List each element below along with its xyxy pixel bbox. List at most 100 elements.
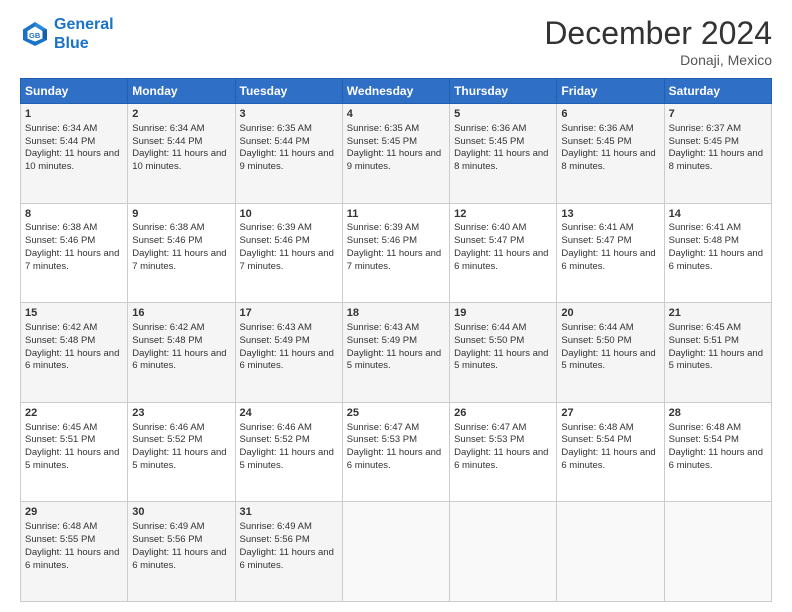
sunset-text: Sunset: 5:51 PM — [25, 434, 95, 445]
sunrise-text: Sunrise: 6:49 AM — [240, 521, 312, 532]
calendar-header-row: SundayMondayTuesdayWednesdayThursdayFrid… — [21, 79, 772, 104]
calendar-day-cell: 9Sunrise: 6:38 AMSunset: 5:46 PMDaylight… — [128, 203, 235, 303]
daylight-text: Daylight: 11 hours and 5 minutes. — [132, 447, 226, 471]
sunset-text: Sunset: 5:50 PM — [454, 335, 524, 346]
calendar-day-cell: 6Sunrise: 6:36 AMSunset: 5:45 PMDaylight… — [557, 104, 664, 204]
daylight-text: Daylight: 11 hours and 6 minutes. — [132, 348, 226, 372]
sunrise-text: Sunrise: 6:35 AM — [240, 123, 312, 134]
sunset-text: Sunset: 5:49 PM — [240, 335, 310, 346]
daylight-text: Daylight: 11 hours and 10 minutes. — [25, 148, 119, 172]
calendar-day-cell: 2Sunrise: 6:34 AMSunset: 5:44 PMDaylight… — [128, 104, 235, 204]
sunrise-text: Sunrise: 6:44 AM — [561, 322, 633, 333]
daylight-text: Daylight: 11 hours and 6 minutes. — [25, 547, 119, 571]
daylight-text: Daylight: 11 hours and 6 minutes. — [454, 248, 548, 272]
sunrise-text: Sunrise: 6:48 AM — [669, 422, 741, 433]
sunset-text: Sunset: 5:46 PM — [347, 235, 417, 246]
day-header-tuesday: Tuesday — [235, 79, 342, 104]
calendar-day-cell: 18Sunrise: 6:43 AMSunset: 5:49 PMDayligh… — [342, 303, 449, 403]
empty-cell — [342, 502, 449, 602]
sunset-text: Sunset: 5:56 PM — [240, 534, 310, 545]
daylight-text: Daylight: 11 hours and 9 minutes. — [347, 148, 441, 172]
day-number: 6 — [561, 107, 659, 122]
day-header-thursday: Thursday — [450, 79, 557, 104]
sunset-text: Sunset: 5:55 PM — [25, 534, 95, 545]
sunset-text: Sunset: 5:45 PM — [454, 136, 524, 147]
sunset-text: Sunset: 5:56 PM — [132, 534, 202, 545]
calendar-day-cell: 13Sunrise: 6:41 AMSunset: 5:47 PMDayligh… — [557, 203, 664, 303]
sunset-text: Sunset: 5:46 PM — [25, 235, 95, 246]
daylight-text: Daylight: 11 hours and 6 minutes. — [561, 248, 655, 272]
day-number: 23 — [132, 406, 230, 421]
day-number: 28 — [669, 406, 767, 421]
sunset-text: Sunset: 5:52 PM — [132, 434, 202, 445]
daylight-text: Daylight: 11 hours and 5 minutes. — [240, 447, 334, 471]
sunset-text: Sunset: 5:45 PM — [669, 136, 739, 147]
svg-text:GB: GB — [29, 31, 41, 40]
sunset-text: Sunset: 5:53 PM — [454, 434, 524, 445]
calendar-day-cell: 16Sunrise: 6:42 AMSunset: 5:48 PMDayligh… — [128, 303, 235, 403]
calendar-day-cell: 28Sunrise: 6:48 AMSunset: 5:54 PMDayligh… — [664, 402, 771, 502]
sunset-text: Sunset: 5:54 PM — [561, 434, 631, 445]
sunrise-text: Sunrise: 6:37 AM — [669, 123, 741, 134]
calendar-day-cell: 8Sunrise: 6:38 AMSunset: 5:46 PMDaylight… — [21, 203, 128, 303]
sunset-text: Sunset: 5:47 PM — [561, 235, 631, 246]
calendar-day-cell: 27Sunrise: 6:48 AMSunset: 5:54 PMDayligh… — [557, 402, 664, 502]
day-number: 29 — [25, 505, 123, 520]
day-number: 15 — [25, 306, 123, 321]
sunrise-text: Sunrise: 6:46 AM — [240, 422, 312, 433]
day-number: 18 — [347, 306, 445, 321]
sunrise-text: Sunrise: 6:35 AM — [347, 123, 419, 134]
daylight-text: Daylight: 11 hours and 5 minutes. — [561, 348, 655, 372]
daylight-text: Daylight: 11 hours and 5 minutes. — [347, 348, 441, 372]
daylight-text: Daylight: 11 hours and 6 minutes. — [454, 447, 548, 471]
sunset-text: Sunset: 5:48 PM — [669, 235, 739, 246]
logo-text: General Blue — [54, 15, 114, 53]
daylight-text: Daylight: 11 hours and 5 minutes. — [25, 447, 119, 471]
daylight-text: Daylight: 11 hours and 6 minutes. — [561, 447, 655, 471]
calendar-day-cell: 12Sunrise: 6:40 AMSunset: 5:47 PMDayligh… — [450, 203, 557, 303]
sunset-text: Sunset: 5:46 PM — [132, 235, 202, 246]
day-number: 10 — [240, 207, 338, 222]
day-number: 16 — [132, 306, 230, 321]
day-number: 14 — [669, 207, 767, 222]
calendar-day-cell: 11Sunrise: 6:39 AMSunset: 5:46 PMDayligh… — [342, 203, 449, 303]
daylight-text: Daylight: 11 hours and 8 minutes. — [454, 148, 548, 172]
daylight-text: Daylight: 11 hours and 6 minutes. — [132, 547, 226, 571]
day-number: 12 — [454, 207, 552, 222]
day-header-monday: Monday — [128, 79, 235, 104]
sunset-text: Sunset: 5:44 PM — [132, 136, 202, 147]
daylight-text: Daylight: 11 hours and 5 minutes. — [454, 348, 548, 372]
calendar-day-cell: 15Sunrise: 6:42 AMSunset: 5:48 PMDayligh… — [21, 303, 128, 403]
daylight-text: Daylight: 11 hours and 6 minutes. — [347, 447, 441, 471]
day-number: 24 — [240, 406, 338, 421]
day-number: 17 — [240, 306, 338, 321]
calendar-day-cell: 1Sunrise: 6:34 AMSunset: 5:44 PMDaylight… — [21, 104, 128, 204]
sunset-text: Sunset: 5:44 PM — [25, 136, 95, 147]
empty-cell — [557, 502, 664, 602]
sunrise-text: Sunrise: 6:39 AM — [240, 222, 312, 233]
calendar-day-cell: 7Sunrise: 6:37 AMSunset: 5:45 PMDaylight… — [664, 104, 771, 204]
sunrise-text: Sunrise: 6:38 AM — [132, 222, 204, 233]
day-number: 13 — [561, 207, 659, 222]
sunrise-text: Sunrise: 6:45 AM — [25, 422, 97, 433]
daylight-text: Daylight: 11 hours and 7 minutes. — [240, 248, 334, 272]
header: GB General Blue December 2024 Donaji, Me… — [20, 15, 772, 68]
sunset-text: Sunset: 5:51 PM — [669, 335, 739, 346]
sunrise-text: Sunrise: 6:38 AM — [25, 222, 97, 233]
daylight-text: Daylight: 11 hours and 6 minutes. — [240, 348, 334, 372]
day-number: 11 — [347, 207, 445, 222]
daylight-text: Daylight: 11 hours and 9 minutes. — [240, 148, 334, 172]
location: Donaji, Mexico — [544, 52, 772, 68]
daylight-text: Daylight: 11 hours and 8 minutes. — [561, 148, 655, 172]
daylight-text: Daylight: 11 hours and 6 minutes. — [669, 248, 763, 272]
day-number: 2 — [132, 107, 230, 122]
sunset-text: Sunset: 5:45 PM — [347, 136, 417, 147]
day-number: 31 — [240, 505, 338, 520]
calendar-day-cell: 21Sunrise: 6:45 AMSunset: 5:51 PMDayligh… — [664, 303, 771, 403]
sunrise-text: Sunrise: 6:49 AM — [132, 521, 204, 532]
sunrise-text: Sunrise: 6:48 AM — [561, 422, 633, 433]
daylight-text: Daylight: 11 hours and 6 minutes. — [25, 348, 119, 372]
day-number: 30 — [132, 505, 230, 520]
day-number: 7 — [669, 107, 767, 122]
calendar-day-cell: 3Sunrise: 6:35 AMSunset: 5:44 PMDaylight… — [235, 104, 342, 204]
